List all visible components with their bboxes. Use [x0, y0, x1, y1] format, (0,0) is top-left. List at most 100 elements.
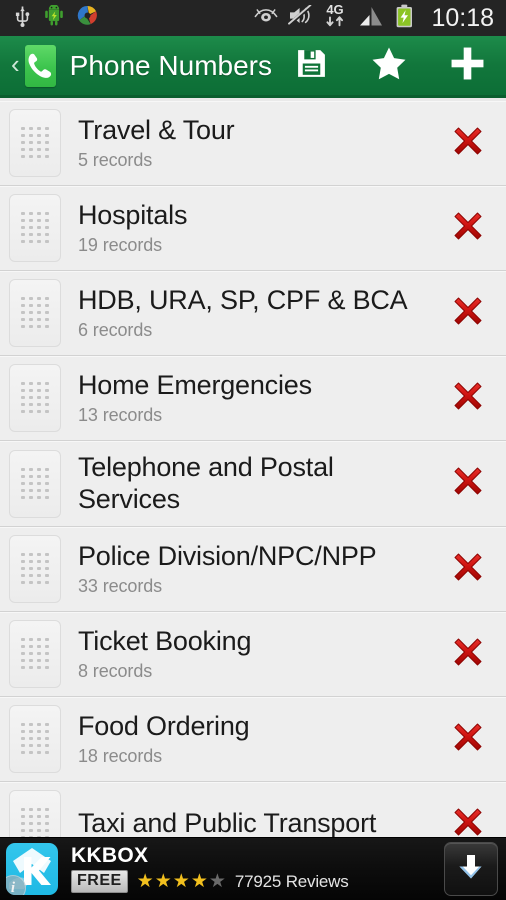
action-bar-actions — [272, 35, 506, 97]
status-bar-clock: 10:18 — [431, 3, 494, 32]
drag-dots — [21, 127, 49, 159]
list-item[interactable]: Police Division/NPC/NPP 33 records — [0, 527, 506, 612]
drag-dots — [21, 212, 49, 244]
star-filled-icon: ★ — [154, 871, 172, 893]
drag-handle-icon[interactable] — [9, 790, 61, 837]
star-filled-icon: ★ — [136, 871, 154, 893]
drag-handle-icon[interactable] — [9, 364, 61, 432]
close-icon — [448, 717, 488, 762]
drag-handle-icon[interactable] — [9, 109, 61, 177]
list-item-title: Food Ordering — [78, 711, 250, 742]
app-screen: 4G 10:18 ‹ Phone Numbers Travel & Tour 5… — [0, 0, 506, 900]
back-button[interactable]: ‹ — [8, 51, 23, 80]
list-item[interactable]: Hospitals 19 records — [0, 186, 506, 271]
list-item-text: Telephone and Postal Services — [61, 452, 440, 515]
drag-handle-icon[interactable] — [9, 620, 61, 688]
sound-muted-icon — [287, 4, 313, 31]
action-bar: ‹ Phone Numbers — [0, 36, 506, 98]
drag-dots — [21, 808, 49, 837]
ad-review-count: 77925 Reviews — [234, 871, 349, 891]
list-item-title: HDB, URA, SP, CPF & BCA — [78, 285, 408, 316]
kkbox-logo-icon: i — [6, 843, 58, 895]
eye-icon — [254, 7, 278, 29]
list-item-text: HDB, URA, SP, CPF & BCA 6 records — [61, 285, 440, 340]
list-item[interactable]: Ticket Booking 8 records — [0, 612, 506, 697]
list-item-title: Taxi and Public Transport — [78, 808, 377, 837]
favorites-button[interactable] — [350, 35, 428, 97]
list-item-title: Telephone and Postal Services — [78, 452, 334, 514]
svg-text:4G: 4G — [327, 2, 344, 17]
app-sync-icon — [77, 5, 98, 31]
list-item[interactable]: Telephone and Postal Services — [0, 441, 506, 527]
close-icon — [448, 291, 488, 336]
delete-button[interactable] — [440, 291, 496, 336]
download-arrow-icon — [456, 852, 486, 887]
delete-button[interactable] — [440, 121, 496, 166]
list-item-title: Home Emergencies — [78, 370, 312, 401]
delete-button[interactable] — [440, 632, 496, 677]
drag-dots — [21, 467, 49, 500]
status-bar-system-icons: 4G 10:18 — [254, 1, 494, 36]
ad-text-block: KKBOX FREE ★ ★ ★ ★ ★ 77925 Reviews — [58, 843, 444, 894]
list-item[interactable]: Food Ordering 18 records — [0, 697, 506, 782]
drag-dots — [21, 638, 49, 670]
delete-button[interactable] — [440, 717, 496, 762]
list-item-text: Hospitals 19 records — [61, 200, 440, 255]
drag-handle-icon[interactable] — [9, 194, 61, 262]
ad-banner[interactable]: i KKBOX FREE ★ ★ ★ ★ ★ 77925 Reviews — [0, 837, 506, 900]
list-item-record-count: 19 records — [78, 234, 163, 255]
list-item-text: Police Division/NPC/NPP 33 records — [61, 541, 440, 596]
delete-button[interactable] — [440, 206, 496, 251]
close-icon — [448, 206, 488, 251]
list-item[interactable]: Home Emergencies 13 records — [0, 356, 506, 441]
star-filled-icon: ★ — [190, 871, 208, 893]
drag-handle-icon[interactable] — [9, 535, 61, 603]
android-system-update-icon — [44, 4, 64, 31]
add-button[interactable] — [428, 35, 506, 97]
drag-dots — [21, 723, 49, 755]
status-bar-notification-icons — [14, 4, 98, 32]
drag-handle-icon[interactable] — [9, 449, 61, 518]
close-icon — [448, 121, 488, 166]
list-item[interactable]: Taxi and Public Transport — [0, 782, 506, 837]
delete-button[interactable] — [440, 547, 496, 592]
delete-button[interactable] — [440, 376, 496, 421]
list-item-title: Travel & Tour — [78, 115, 235, 146]
ad-download-button[interactable] — [444, 842, 498, 896]
save-button[interactable] — [272, 35, 350, 97]
usb-icon — [14, 5, 31, 32]
list-item-title: Hospitals — [78, 200, 188, 231]
close-icon — [448, 632, 488, 677]
list-item-text: Travel & Tour 5 records — [61, 115, 440, 170]
list-item-record-count: 8 records — [78, 660, 153, 681]
phone-handset-icon[interactable] — [24, 44, 56, 87]
page-title: Phone Numbers — [69, 49, 272, 81]
star-icon — [371, 46, 407, 86]
star-empty-icon: ★ — [208, 871, 226, 893]
drag-dots — [21, 297, 49, 329]
floppy-disk-icon — [295, 47, 328, 85]
star-filled-icon: ★ — [172, 871, 190, 893]
list-item-text: Taxi and Public Transport — [61, 808, 440, 837]
delete-button[interactable] — [440, 461, 496, 506]
category-list[interactable]: Travel & Tour 5 records Hospitals 19 record… — [0, 101, 506, 837]
list-item-title: Ticket Booking — [78, 626, 252, 657]
drag-dots — [21, 382, 49, 414]
delete-button[interactable] — [440, 802, 496, 838]
list-item-record-count: 18 records — [78, 745, 163, 766]
drag-dots — [21, 553, 49, 585]
drag-handle-icon[interactable] — [9, 705, 61, 773]
list-item-text: Ticket Booking 8 records — [61, 626, 440, 681]
ad-meta-row: FREE ★ ★ ★ ★ ★ 77925 Reviews — [71, 870, 444, 894]
drag-handle-icon[interactable] — [9, 279, 61, 347]
close-icon — [448, 802, 488, 838]
battery-charging-icon — [395, 4, 414, 33]
list-item-record-count: 13 records — [78, 404, 163, 425]
list-item[interactable]: Travel & Tour 5 records — [0, 101, 506, 186]
ad-rating-stars: ★ ★ ★ ★ ★ — [137, 872, 226, 891]
ad-app-name: KKBOX — [71, 843, 149, 867]
list-item[interactable]: HDB, URA, SP, CPF & BCA 6 records — [0, 271, 506, 356]
list-item-record-count: 6 records — [78, 319, 153, 340]
status-bar: 4G 10:18 — [0, 0, 506, 36]
close-icon — [448, 547, 488, 592]
